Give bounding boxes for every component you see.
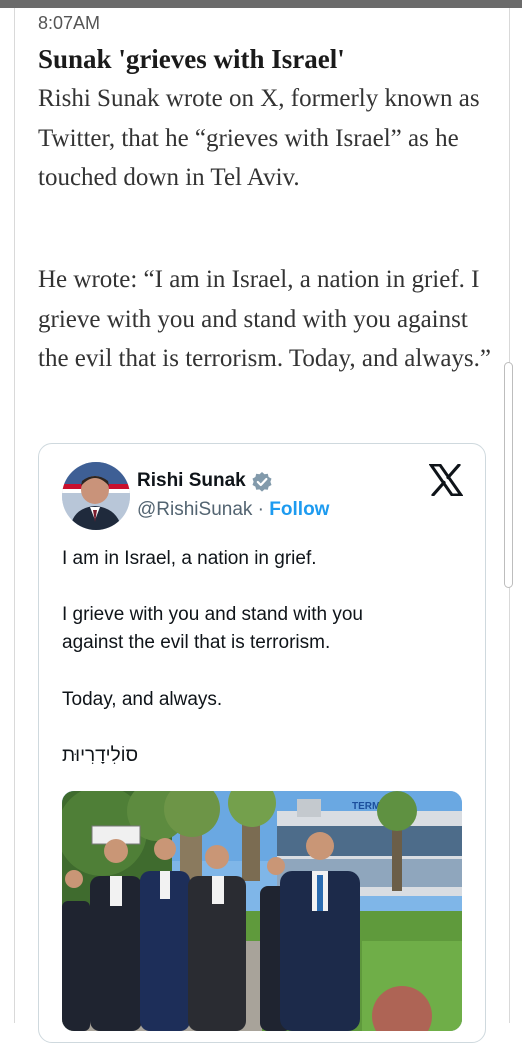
entry-paragraph-2: He wrote: “I am in Israel, a nation in g… bbox=[38, 266, 491, 372]
verified-badge-icon bbox=[251, 471, 273, 497]
tweet-photo[interactable]: TERMINAL 1 bbox=[62, 791, 462, 1031]
avatar[interactable] bbox=[62, 462, 130, 530]
tweet-handle[interactable]: @RishiSunak bbox=[137, 499, 252, 520]
tweet-text-hebrew: סוֹלִידָרִיוּת bbox=[62, 745, 139, 766]
separator-dot: · bbox=[252, 499, 270, 520]
embedded-tweet[interactable]: Rishi Sunak @RishiSunak · Follow I am in… bbox=[38, 443, 486, 1043]
entry-headline: Sunak 'grieves with Israel' bbox=[38, 44, 345, 74]
x-logo-icon[interactable] bbox=[428, 463, 464, 500]
scrollbar-thumb[interactable] bbox=[504, 362, 513, 588]
follow-button[interactable]: Follow bbox=[269, 499, 329, 520]
top-status-bar bbox=[0, 0, 522, 8]
entry-timestamp: 8:07AM bbox=[38, 13, 101, 33]
entry-paragraph-1: Rishi Sunak wrote on X, formerly known a… bbox=[38, 85, 480, 191]
tweet-author-name[interactable]: Rishi Sunak bbox=[137, 470, 246, 492]
tweet-text-line-1: I am in Israel, a nation in grief. bbox=[62, 548, 317, 569]
tweet-text-line-2: I grieve with you and stand with you aga… bbox=[62, 604, 364, 653]
left-divider bbox=[14, 8, 15, 1023]
tweet-text-line-3: Today, and always. bbox=[62, 689, 223, 710]
tweet-handle-row: @RishiSunak · Follow bbox=[137, 499, 329, 521]
